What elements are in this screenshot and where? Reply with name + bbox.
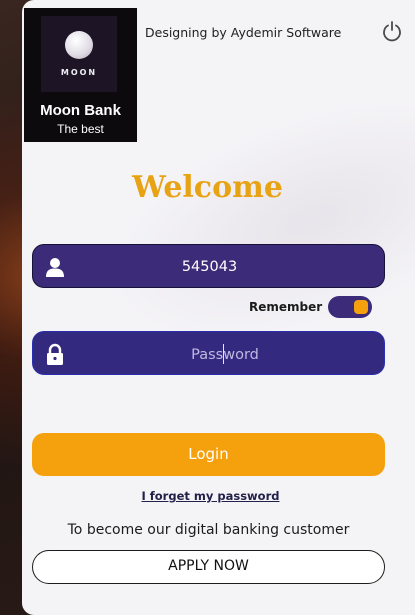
lock-icon	[43, 342, 67, 366]
logo-text: MOON	[60, 68, 98, 77]
power-icon[interactable]	[381, 20, 403, 42]
remember-label: Remember	[249, 300, 323, 314]
moon-logo-mark: MOON	[41, 16, 117, 92]
forgot-password-link[interactable]: I forget my password	[0, 489, 415, 503]
login-button[interactable]: Login	[32, 433, 385, 476]
password-input[interactable]	[73, 332, 377, 378]
bank-name: Moon Bank	[40, 102, 121, 119]
signup-prompt: To become our digital banking customer	[67, 522, 350, 538]
remember-toggle[interactable]	[328, 296, 372, 318]
brand-logo: MOON Moon Bank The best	[24, 8, 137, 142]
customer-number-value: 545043	[181, 259, 238, 275]
customer-number-field[interactable]: 545043	[32, 244, 385, 288]
bank-tagline: The best	[57, 122, 104, 136]
apply-now-button[interactable]: APPLY NOW	[32, 550, 385, 584]
password-field[interactable]	[32, 331, 385, 378]
designer-credit: Designing by Aydemir Software	[145, 25, 342, 40]
toggle-knob	[354, 300, 368, 314]
welcome-title: Welcome	[132, 170, 283, 205]
moon-icon	[65, 31, 93, 59]
text-caret	[223, 344, 224, 364]
